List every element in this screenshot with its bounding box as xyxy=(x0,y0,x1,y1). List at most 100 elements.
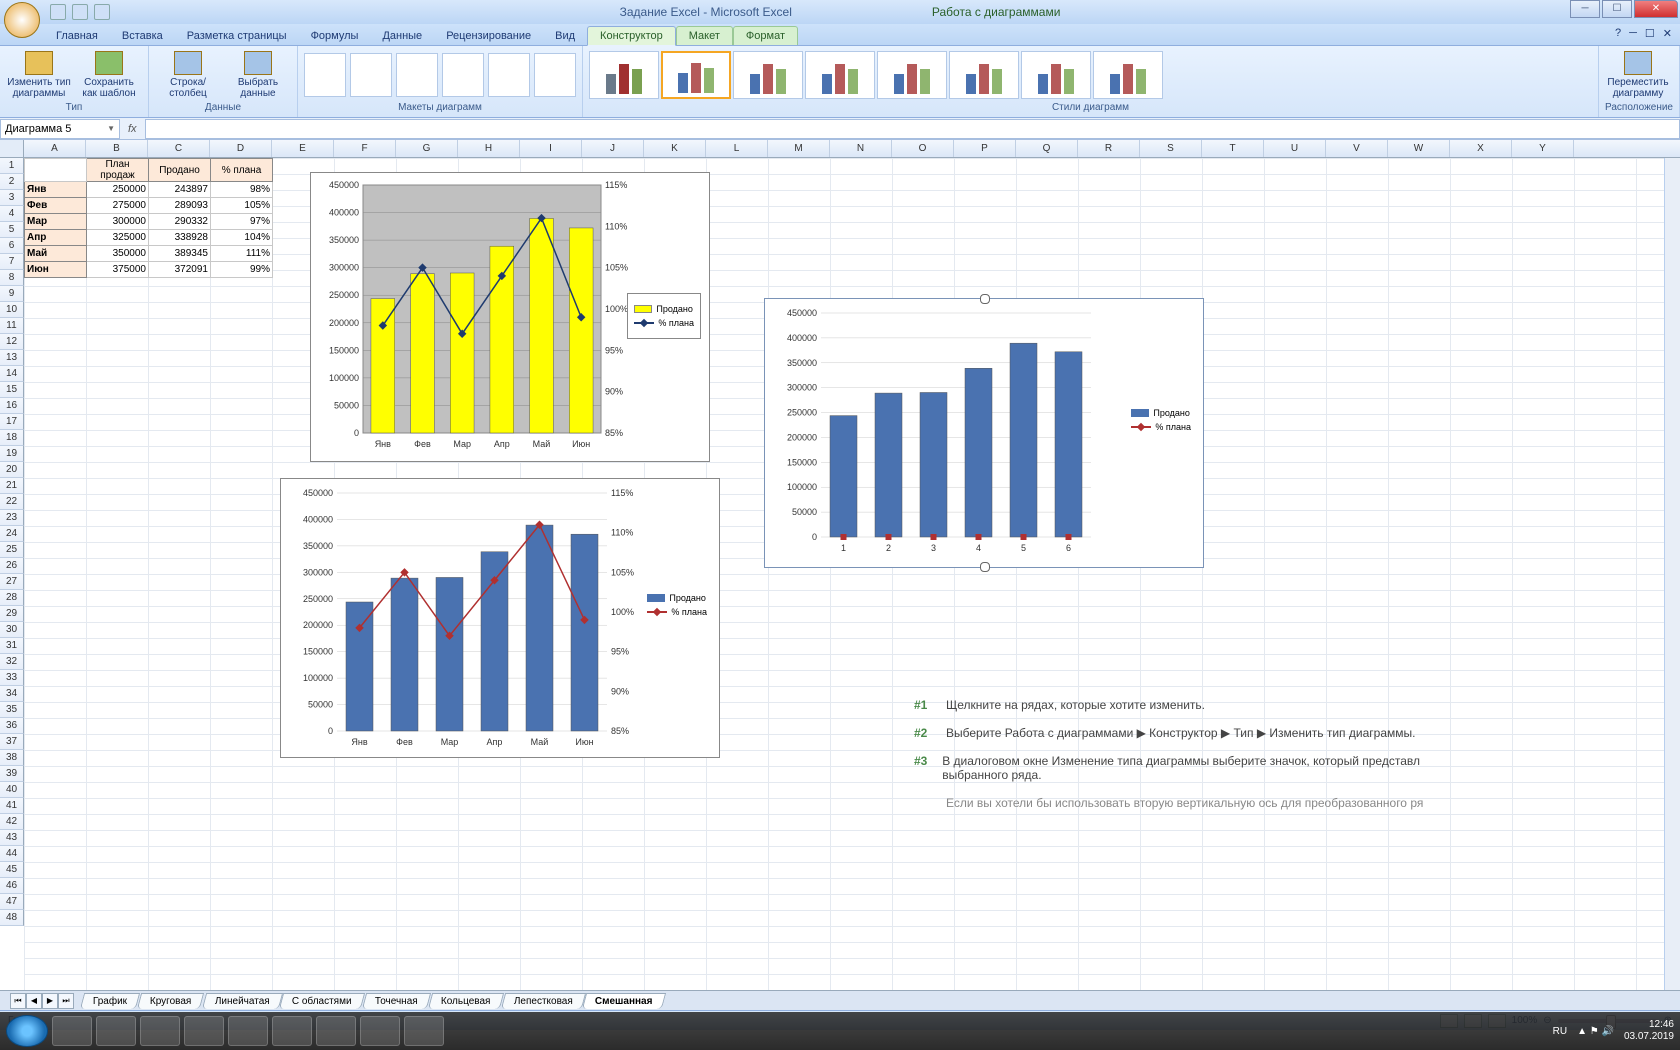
row-header[interactable]: 15 xyxy=(0,382,24,398)
save-icon[interactable] xyxy=(50,4,66,20)
column-header[interactable]: Y xyxy=(1512,140,1574,157)
sheet-tab[interactable]: Круговая xyxy=(137,993,205,1009)
plan-cell[interactable]: 375000 xyxy=(87,262,149,278)
month-cell[interactable]: Янв xyxy=(25,182,87,198)
formula-input[interactable] xyxy=(145,119,1680,139)
chart-styles-gallery[interactable] xyxy=(589,48,1592,102)
taskbar-media-icon[interactable] xyxy=(228,1016,268,1046)
tab-data[interactable]: Данные xyxy=(370,27,434,45)
style-item[interactable] xyxy=(733,51,803,99)
row-header[interactable]: 39 xyxy=(0,766,24,782)
row-header[interactable]: 20 xyxy=(0,462,24,478)
month-cell[interactable]: Апр xyxy=(25,230,87,246)
select-all-corner[interactable] xyxy=(0,140,24,157)
plan-cell[interactable]: 325000 xyxy=(87,230,149,246)
row-header[interactable]: 14 xyxy=(0,366,24,382)
move-chart-button[interactable]: Переместить диаграмму xyxy=(1605,48,1671,102)
layout-item[interactable] xyxy=(488,53,530,97)
plan-cell[interactable]: 350000 xyxy=(87,246,149,262)
layout-item[interactable] xyxy=(534,53,576,97)
sheet-tab[interactable]: Точечная xyxy=(362,993,431,1009)
row-header[interactable]: 3 xyxy=(0,190,24,206)
chart-yellow-combo[interactable]: 0500001000001500002000002500003000003500… xyxy=(310,172,710,462)
column-header[interactable]: W xyxy=(1388,140,1450,157)
row-header[interactable]: 2 xyxy=(0,174,24,190)
row-header[interactable]: 17 xyxy=(0,414,24,430)
tab-view[interactable]: Вид xyxy=(543,27,587,45)
switch-row-column-button[interactable]: Строка/столбец xyxy=(155,48,221,102)
sheet-tab[interactable]: Линейчатая xyxy=(201,993,282,1009)
column-header[interactable]: V xyxy=(1326,140,1388,157)
tab-nav-last[interactable]: ⏭ xyxy=(58,993,74,1009)
sheet-tab[interactable]: Смешанная xyxy=(582,993,666,1009)
sold-cell[interactable]: 389345 xyxy=(149,246,211,262)
header-sold[interactable]: Продано xyxy=(149,159,211,182)
month-cell[interactable]: Мар xyxy=(25,214,87,230)
column-header[interactable]: C xyxy=(148,140,210,157)
tab-insert[interactable]: Вставка xyxy=(110,27,175,45)
column-header[interactable]: I xyxy=(520,140,582,157)
row-header[interactable]: 8 xyxy=(0,270,24,286)
name-box[interactable]: Диаграмма 5▼ xyxy=(0,119,120,139)
column-header[interactable]: O xyxy=(892,140,954,157)
column-header[interactable]: M xyxy=(768,140,830,157)
column-header[interactable]: N xyxy=(830,140,892,157)
row-header[interactable]: 16 xyxy=(0,398,24,414)
row-header[interactable]: 42 xyxy=(0,814,24,830)
tab-design[interactable]: Конструктор xyxy=(587,26,676,46)
layout-item[interactable] xyxy=(396,53,438,97)
row-header[interactable]: 11 xyxy=(0,318,24,334)
column-header[interactable]: G xyxy=(396,140,458,157)
chart-layouts-gallery[interactable] xyxy=(304,48,576,102)
column-header[interactable]: R xyxy=(1078,140,1140,157)
column-header[interactable]: U xyxy=(1264,140,1326,157)
save-as-template-button[interactable]: Сохранить как шаблон xyxy=(76,48,142,102)
month-cell[interactable]: Май xyxy=(25,246,87,262)
style-item[interactable] xyxy=(805,51,875,99)
row-header[interactable]: 31 xyxy=(0,638,24,654)
pct-cell[interactable]: 97% xyxy=(211,214,273,230)
column-header[interactable]: B xyxy=(86,140,148,157)
change-chart-type-button[interactable]: Изменить тип диаграммы xyxy=(6,48,72,102)
sold-cell[interactable]: 338928 xyxy=(149,230,211,246)
tray-lang[interactable]: RU xyxy=(1553,1026,1567,1037)
taskbar-ie-icon[interactable] xyxy=(52,1016,92,1046)
restore-workbook-icon[interactable]: ☐ xyxy=(1645,27,1655,40)
data-table[interactable]: План продажПродано% плана Янв25000024389… xyxy=(24,158,273,278)
row-header[interactable]: 47 xyxy=(0,894,24,910)
taskbar-app-icon[interactable] xyxy=(140,1016,180,1046)
tab-nav-prev[interactable]: ◀ xyxy=(26,993,42,1009)
row-header[interactable]: 38 xyxy=(0,750,24,766)
row-header[interactable]: 1 xyxy=(0,158,24,174)
row-header[interactable]: 35 xyxy=(0,702,24,718)
row-header[interactable]: 5 xyxy=(0,222,24,238)
select-data-button[interactable]: Выбрать данные xyxy=(225,48,291,102)
minimize-button[interactable]: ─ xyxy=(1570,0,1600,18)
row-header[interactable]: 34 xyxy=(0,686,24,702)
row-header[interactable]: 21 xyxy=(0,478,24,494)
row-header[interactable]: 48 xyxy=(0,910,24,926)
month-cell[interactable]: Фев xyxy=(25,198,87,214)
row-header[interactable]: 44 xyxy=(0,846,24,862)
plan-cell[interactable]: 250000 xyxy=(87,182,149,198)
column-header[interactable]: T xyxy=(1202,140,1264,157)
tab-formulas[interactable]: Формулы xyxy=(299,27,371,45)
row-header[interactable]: 32 xyxy=(0,654,24,670)
header-plan[interactable]: План продаж xyxy=(87,159,149,182)
row-header[interactable]: 9 xyxy=(0,286,24,302)
row-header[interactable]: 10 xyxy=(0,302,24,318)
row-header[interactable]: 41 xyxy=(0,798,24,814)
tray-flag-icon[interactable]: ▲ ⚑ 🔊 xyxy=(1577,1026,1614,1037)
layout-item[interactable] xyxy=(442,53,484,97)
row-header[interactable]: 36 xyxy=(0,718,24,734)
taskbar-app-icon[interactable] xyxy=(404,1016,444,1046)
style-item[interactable] xyxy=(661,51,731,99)
style-item[interactable] xyxy=(949,51,1019,99)
taskbar-app-icon[interactable] xyxy=(272,1016,312,1046)
row-header[interactable]: 13 xyxy=(0,350,24,366)
layout-item[interactable] xyxy=(304,53,346,97)
sheet-tab[interactable]: График xyxy=(80,993,140,1009)
style-item[interactable] xyxy=(1021,51,1091,99)
tab-page-layout[interactable]: Разметка страницы xyxy=(175,27,299,45)
redo-icon[interactable] xyxy=(94,4,110,20)
